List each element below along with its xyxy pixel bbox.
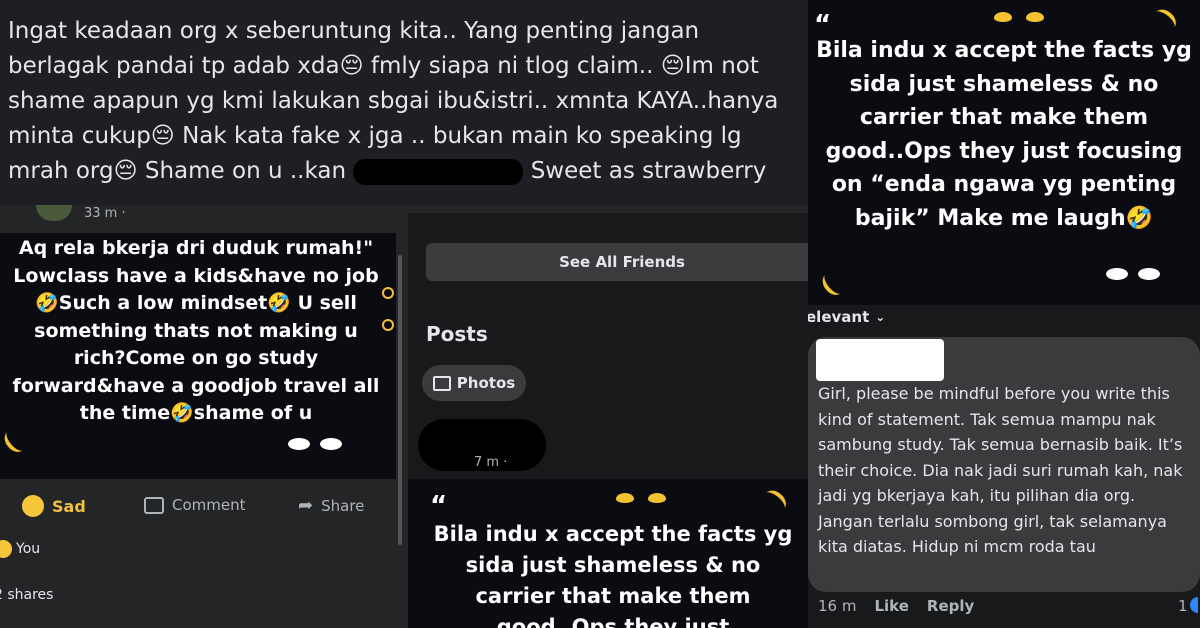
reaction-count[interactable]: 1	[1178, 597, 1198, 615]
sad-reaction-button[interactable]: Sad	[22, 495, 86, 517]
comment-time: 16 m	[818, 597, 857, 615]
eyes-icon	[994, 12, 1044, 22]
middle-story-text: Bila indu x accept the facts yg sida jus…	[433, 522, 793, 628]
moon-icon	[760, 486, 790, 516]
reacted-by-label: You	[16, 541, 41, 557]
avatar[interactable]	[36, 205, 72, 221]
post-caption-panel: Ingat keadaan org x seberuntung kita.. Y…	[0, 0, 808, 205]
moon-icon	[818, 269, 848, 299]
like-icon	[1189, 597, 1198, 613]
scrollbar[interactable]	[398, 255, 402, 545]
see-all-friends-button[interactable]: See All Friends	[426, 243, 808, 281]
photos-icon	[432, 375, 451, 391]
redacted-name	[353, 158, 524, 185]
comment-text: Girl, please be mindful before you write…	[818, 384, 1183, 556]
left-story-text: Aq rela bkerja dri duduk rumah!" Lowclas…	[12, 237, 380, 424]
share-button[interactable]: ➦ Share	[298, 495, 364, 516]
right-story-image[interactable]: “ Bila indu x accept the facts yg sida j…	[808, 0, 1200, 305]
post-caption-text: Ingat keadaan org x seberuntung kita.. Y…	[8, 14, 798, 189]
middle-panel: See All Friends Posts Photos 7 m · “ Bil…	[408, 205, 808, 628]
comment-actions: 16 m Like Reply	[818, 597, 974, 615]
divider	[408, 205, 808, 213]
photos-button[interactable]: Photos	[422, 365, 526, 401]
comments-panel: elevant ⌄ Girl, please be mindful before…	[808, 305, 1200, 628]
post-time: 7 m ·	[474, 455, 508, 470]
eyes-icon	[616, 493, 666, 503]
like-button[interactable]: Like	[874, 597, 908, 615]
share-icon: ➦	[298, 495, 314, 516]
side-dots-2	[382, 319, 394, 331]
shares-count[interactable]: 2 shares	[0, 587, 53, 603]
sort-dropdown[interactable]: elevant ⌄	[808, 308, 885, 326]
reacted-by[interactable]: You	[0, 540, 40, 558]
share-label: Share	[321, 496, 365, 515]
right-story-text: Bila indu x accept the facts yg sida jus…	[816, 38, 1192, 231]
left-story-image[interactable]: Aq rela bkerja dri duduk rumah!" Lowclas…	[0, 233, 396, 479]
comment-label: Comment	[172, 496, 246, 514]
comment-icon	[144, 496, 164, 514]
quote-open-icon: “	[430, 491, 448, 521]
side-dots	[382, 287, 394, 299]
photos-label: Photos	[456, 374, 516, 392]
eyes-icon	[1106, 268, 1160, 280]
sad-face-icon	[22, 495, 44, 517]
eyes-icon	[288, 438, 342, 450]
chevron-down-icon: ⌄	[875, 310, 886, 324]
sort-label: elevant	[808, 308, 870, 326]
left-post-panel: 33 m · Aq rela bkerja dri duduk rumah!" …	[0, 205, 408, 628]
posts-heading: Posts	[426, 322, 488, 346]
sad-label: Sad	[52, 496, 86, 516]
redacted-commenter-name[interactable]	[816, 339, 944, 381]
sad-face-icon	[0, 540, 12, 558]
post-time: 33 m ·	[84, 206, 126, 221]
middle-story-image[interactable]: “ Bila indu x accept the facts yg sida j…	[408, 479, 808, 628]
moon-icon	[0, 426, 30, 456]
reply-button[interactable]: Reply	[927, 597, 974, 615]
caption-tail: Sweet as strawberry	[530, 158, 767, 184]
comment-bubble: Girl, please be mindful before you write…	[808, 337, 1200, 592]
reaction-count-value: 1	[1178, 597, 1188, 615]
comment-button[interactable]: Comment	[144, 496, 246, 514]
moon-icon	[1150, 5, 1180, 35]
